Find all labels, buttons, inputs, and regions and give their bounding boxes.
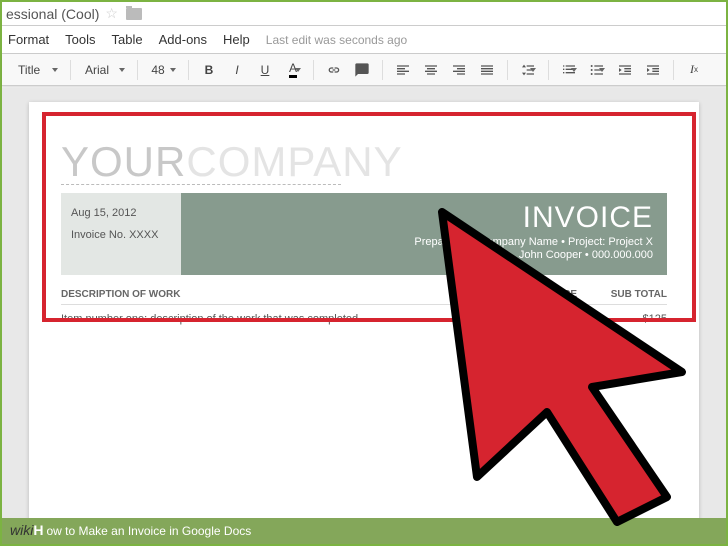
menu-tools[interactable]: Tools — [65, 32, 95, 47]
align-justify-button[interactable] — [475, 59, 499, 81]
table-row[interactable]: Item number one: description of the work… — [61, 313, 667, 325]
numbered-list-button[interactable] — [557, 59, 581, 81]
align-center-button[interactable] — [419, 59, 443, 81]
company-part1[interactable]: YOUR — [61, 138, 186, 185]
last-edit-text: Last edit was seconds ago — [266, 33, 407, 47]
cell-price[interactable] — [497, 313, 577, 325]
footer-text: ow to Make an Invoice in Google Docs — [46, 524, 251, 538]
footer-bar: wikiH ow to Make an Invoice in Google Do… — [2, 518, 726, 544]
bulleted-list-button[interactable] — [585, 59, 609, 81]
comment-button[interactable] — [350, 59, 374, 81]
wikihow-logo: wikiH — [10, 522, 43, 540]
prepared-for[interactable]: Prepared for Company Name • Project: Pro… — [195, 236, 653, 248]
document-titlebar: essional (Cool) ☆ — [2, 2, 726, 26]
folder-icon[interactable] — [126, 8, 142, 20]
menu-help[interactable]: Help — [223, 32, 250, 47]
company-part2[interactable]: COMPANY — [186, 138, 402, 185]
align-left-button[interactable] — [391, 59, 415, 81]
font-dropdown[interactable]: Arial — [79, 59, 129, 81]
invoice-band: Aug 15, 2012 Invoice No. XXXX INVOICE Pr… — [61, 193, 667, 275]
font-size-dropdown[interactable]: 48 — [146, 59, 180, 81]
invoice-title[interactable]: INVOICE — [195, 201, 653, 235]
canvas-area[interactable]: YOURCOMPANY Aug 15, 2012 Invoice No. XXX… — [2, 88, 726, 518]
separator — [313, 60, 314, 80]
increase-indent-button[interactable] — [641, 59, 665, 81]
col-price: PRICE — [497, 289, 577, 300]
menu-format[interactable]: Format — [8, 32, 49, 47]
document-page[interactable]: YOURCOMPANY Aug 15, 2012 Invoice No. XXX… — [29, 102, 699, 518]
separator — [382, 60, 383, 80]
line-spacing-button[interactable] — [516, 59, 540, 81]
menu-addons[interactable]: Add-ons — [159, 32, 207, 47]
doc-title[interactable]: essional (Cool) — [6, 6, 99, 22]
col-qty: QTY/HRS — [417, 289, 497, 300]
cell-subtotal[interactable]: $125 — [577, 313, 667, 325]
invoice-date[interactable]: Aug 15, 2012 — [71, 207, 171, 219]
separator — [188, 60, 189, 80]
insert-link-button[interactable] — [322, 59, 346, 81]
band-right[interactable]: INVOICE Prepared for Company Name • Proj… — [181, 193, 667, 275]
menubar: Format Tools Table Add-ons Help Last edi… — [2, 26, 726, 54]
company-header[interactable]: YOURCOMPANY — [61, 138, 667, 186]
separator — [70, 60, 71, 80]
star-icon[interactable]: ☆ — [105, 5, 118, 22]
separator — [673, 60, 674, 80]
clear-formatting-button[interactable]: Ix — [682, 59, 706, 81]
bold-button[interactable]: B — [197, 59, 221, 81]
col-description: DESCRIPTION OF WORK — [61, 289, 417, 300]
invoice-number[interactable]: Invoice No. XXXX — [71, 229, 171, 241]
decrease-indent-button[interactable] — [613, 59, 637, 81]
table-header-row: DESCRIPTION OF WORK QTY/HRS PRICE SUB TO… — [61, 289, 667, 305]
align-right-button[interactable] — [447, 59, 471, 81]
cell-qty[interactable]: 5 hrs — [417, 313, 497, 325]
cell-description[interactable]: Item number one: description of the work… — [61, 313, 417, 325]
underline-button[interactable]: U — [253, 59, 277, 81]
paragraph-style-dropdown[interactable]: Title — [12, 59, 62, 81]
toolbar: Title Arial 48 B I U A Ix — [2, 54, 726, 86]
menu-table[interactable]: Table — [112, 32, 143, 47]
separator — [137, 60, 138, 80]
band-left[interactable]: Aug 15, 2012 Invoice No. XXXX — [61, 193, 181, 275]
contact-line[interactable]: John Cooper • 000.000.000 — [195, 249, 653, 261]
italic-button[interactable]: I — [225, 59, 249, 81]
text-color-button[interactable]: A — [281, 59, 305, 81]
col-subtotal: SUB TOTAL — [577, 289, 667, 300]
separator — [548, 60, 549, 80]
separator — [507, 60, 508, 80]
